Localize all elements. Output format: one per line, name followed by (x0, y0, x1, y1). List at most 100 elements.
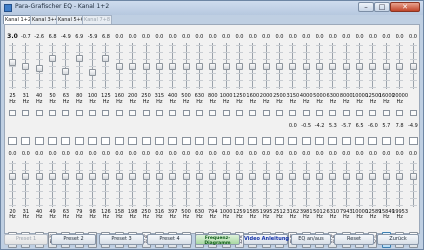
gain-slider-thumb[interactable] (209, 62, 217, 70)
band-mode-box[interactable] (34, 137, 44, 145)
title-bar[interactable]: Para-Grafischer EQ - Kanal 1+2 – □ ✕ (1, 1, 423, 15)
band-mode-box[interactable] (48, 137, 58, 145)
band-toggle[interactable] (102, 110, 110, 116)
band-mode-box[interactable] (234, 137, 244, 145)
tab-kanal-7-8[interactable]: Kanal 7+8 (82, 15, 113, 24)
band-mode-box[interactable] (301, 137, 311, 145)
band-mode-box[interactable] (208, 137, 218, 145)
q-slider-thumb[interactable] (195, 172, 203, 180)
band-mode-box[interactable] (315, 137, 325, 145)
band-toggle[interactable] (89, 110, 97, 116)
q-slider-thumb[interactable] (276, 172, 283, 180)
band-toggle[interactable] (276, 110, 283, 116)
band-mode-box[interactable] (168, 137, 178, 145)
band-mode-box[interactable] (275, 137, 284, 145)
band-mode-box[interactable] (408, 137, 418, 145)
gain-slider-thumb[interactable] (35, 65, 43, 73)
q-slider-thumb[interactable] (356, 172, 364, 180)
band-toggle[interactable] (262, 110, 270, 116)
q-slider-thumb[interactable] (115, 172, 123, 180)
band-mode-box[interactable] (395, 137, 405, 145)
gain-slider-thumb[interactable] (276, 62, 283, 70)
band-toggle[interactable] (209, 110, 217, 116)
band-mode-box[interactable] (8, 137, 17, 145)
q-slider-thumb[interactable] (9, 172, 16, 180)
gain-slider-thumb[interactable] (169, 62, 177, 70)
band-mode-box[interactable] (194, 137, 204, 145)
band-mode-box[interactable] (221, 137, 231, 145)
gain-slider-thumb[interactable] (369, 62, 377, 70)
band-toggle[interactable] (382, 110, 390, 116)
band-mode-box[interactable] (114, 137, 124, 145)
q-slider-thumb[interactable] (369, 172, 377, 180)
band-mode-box[interactable] (154, 137, 164, 145)
gain-slider-thumb[interactable] (142, 62, 150, 70)
band-toggle[interactable] (356, 110, 364, 116)
q-slider-thumb[interactable] (75, 172, 83, 180)
band-mode-box[interactable] (248, 137, 258, 145)
q-slider-thumb[interactable] (382, 172, 390, 180)
q-slider-thumb[interactable] (396, 172, 404, 180)
q-slider-thumb[interactable] (49, 172, 57, 180)
band-toggle[interactable] (155, 110, 163, 116)
q-slider-thumb[interactable] (129, 172, 137, 180)
q-slider-thumb[interactable] (222, 172, 230, 180)
band-mode-box[interactable] (141, 137, 151, 145)
q-slider-thumb[interactable] (142, 172, 150, 180)
band-toggle[interactable] (75, 110, 83, 116)
q-slider-thumb[interactable] (155, 172, 163, 180)
close-button[interactable]: ✕ (390, 2, 420, 12)
eq-toggle-button[interactable]: EQ an/aus (291, 234, 331, 245)
band-toggle[interactable] (35, 110, 43, 116)
gain-slider-thumb[interactable] (235, 62, 243, 70)
band-toggle[interactable] (195, 110, 203, 116)
gain-slider-thumb[interactable] (115, 62, 123, 70)
gain-slider-thumb[interactable] (409, 62, 417, 70)
band-toggle[interactable] (396, 110, 404, 116)
gain-slider-thumb[interactable] (89, 68, 97, 76)
gain-slider-thumb[interactable] (396, 62, 404, 70)
gain-slider-thumb[interactable] (182, 62, 190, 70)
back-button[interactable]: Zurück (377, 234, 419, 245)
band-toggle[interactable] (22, 110, 30, 116)
q-slider-thumb[interactable] (249, 172, 257, 180)
band-mode-box[interactable] (128, 137, 138, 145)
band-mode-box[interactable] (368, 137, 378, 145)
band-toggle[interactable] (222, 110, 230, 116)
maximize-button[interactable]: □ (374, 2, 390, 12)
band-toggle[interactable] (9, 110, 16, 116)
gain-slider-thumb[interactable] (316, 62, 324, 70)
band-mode-box[interactable] (21, 137, 31, 145)
band-mode-box[interactable] (101, 137, 111, 145)
q-slider-thumb[interactable] (235, 172, 243, 180)
q-slider-thumb[interactable] (289, 172, 297, 180)
gain-slider-thumb[interactable] (356, 62, 364, 70)
q-slider-thumb[interactable] (329, 172, 337, 180)
band-mode-box[interactable] (381, 137, 391, 145)
gain-slider-thumb[interactable] (22, 63, 30, 71)
q-slider-thumb[interactable] (62, 172, 70, 180)
q-slider-thumb[interactable] (169, 172, 177, 180)
gain-slider-thumb[interactable] (329, 62, 337, 70)
frequency-diagram-button[interactable]: Frequenz- Diagramm (195, 234, 240, 246)
gain-slider-thumb[interactable] (195, 62, 203, 70)
minimize-button[interactable]: – (358, 2, 374, 12)
gain-slider-thumb[interactable] (75, 55, 83, 63)
q-slider-thumb[interactable] (89, 172, 97, 180)
band-mode-box[interactable] (74, 137, 84, 145)
gain-slider-thumb[interactable] (342, 62, 350, 70)
gain-slider-thumb[interactable] (62, 67, 70, 75)
gain-slider-thumb[interactable] (382, 62, 390, 70)
band-toggle[interactable] (49, 110, 57, 116)
q-slider-thumb[interactable] (302, 172, 310, 180)
band-toggle[interactable] (115, 110, 123, 116)
video-tutorial-button[interactable]: Video Anleitung (243, 234, 289, 245)
tab-kanal-1-2[interactable]: Kanal 1+2 (3, 15, 34, 24)
q-slider-thumb[interactable] (262, 172, 270, 180)
gain-slider-thumb[interactable] (249, 62, 257, 70)
band-mode-box[interactable] (181, 137, 191, 145)
band-mode-box[interactable] (88, 137, 98, 145)
gain-slider-thumb[interactable] (49, 55, 57, 63)
preset-3-button[interactable]: Preset 3 (99, 234, 144, 245)
q-slider-thumb[interactable] (409, 172, 417, 180)
